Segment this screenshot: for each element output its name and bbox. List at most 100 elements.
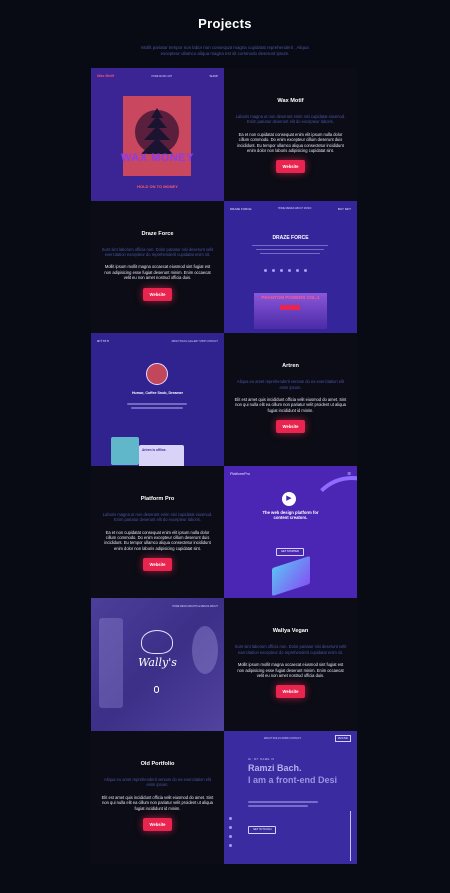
project-lead: Laboris magna ut non deserunt enim nisi …: [235, 114, 346, 125]
website-button[interactable]: Website: [142, 558, 173, 572]
preview-avatar: [146, 363, 168, 386]
preview-cta: GET IN TOUCH: [248, 825, 277, 834]
project-info-artren: Artren Aliqua eu amet reprehenderit veni…: [224, 333, 357, 466]
website-button[interactable]: Website: [275, 685, 306, 699]
preview-hero-title: DRAZE FORCE: [272, 234, 309, 241]
preview-social-row: [264, 268, 307, 272]
social-icon: [229, 825, 232, 829]
project-info-wallya-vegan: Wallya Vegan Sunt sint laborum officia n…: [224, 598, 357, 731]
preview-links: ABOUT SKILLS WORK CONTACT: [263, 737, 301, 741]
project-screenshot-wallya-vegan[interactable]: HOME RESTAURANTS & MENUS ABOUT Wally's: [91, 598, 224, 731]
website-button[interactable]: Website: [275, 420, 306, 434]
preview-links: ABOUT BLOG GALLERY SHOP CONTACT: [171, 339, 218, 343]
preview-links: HOME RESTAURANTS & MENUS ABOUT: [172, 604, 218, 608]
preview-links: HOME MUSIC ART: [151, 74, 173, 78]
preview-side-line: [350, 810, 351, 861]
project-lead: Laboris magna ut non deserunt enim nisi …: [102, 511, 213, 523]
preview-art: [111, 437, 139, 466]
preview-arc: [307, 475, 357, 566]
social-icon: [272, 268, 275, 272]
preview-banner-text: PHANTOM POWERS VOL.1: [261, 294, 320, 300]
project-title: Wallya Vegan: [272, 628, 309, 635]
project-lead: Aliqua eu amet reprehenderit veniam do e…: [237, 379, 344, 390]
website-button[interactable]: Website: [275, 160, 306, 174]
social-icon: [280, 268, 283, 272]
project-row-wallya-vegan: HOME RESTAURANTS & MENUS ABOUT Wally's W…: [91, 598, 357, 731]
social-icon: [229, 843, 232, 847]
preview-resume-button: RESUME: [334, 735, 351, 743]
preview-text-line: [260, 252, 320, 255]
project-row-old-portfolio: Old Portfolio Aliqua eu amet reprehender…: [91, 730, 357, 864]
preview-logo: Wax Motif: [97, 74, 114, 78]
preview-banner: PHANTOM POWERS VOL.1: [254, 292, 327, 329]
project-title: Platform Pro: [140, 495, 175, 502]
social-icon: [304, 268, 307, 272]
projects-header: Projects Mollit pariatur tempor non labo…: [0, 0, 450, 57]
page-subtitle: Mollit pariatur tempor non labor non con…: [141, 45, 309, 57]
preview-text-line: [256, 248, 324, 251]
preview-hero-text: The web design platform for content crea…: [262, 509, 319, 520]
project-info-draze-force: Draze Force Sunt sint laborum officia no…: [91, 200, 224, 334]
page-title: Projects: [198, 16, 252, 31]
project-row-wax-motif: Wax Motif HOME MUSIC ART SHOP WAX MONEY …: [91, 68, 357, 201]
projects-list: Wax Motif HOME MUSIC ART SHOP WAX MONEY …: [91, 68, 357, 864]
preview-scroll-icon: [154, 686, 159, 694]
website-button[interactable]: Website: [142, 818, 173, 831]
preview-text-line: [131, 407, 183, 409]
preview-name: Ramzi Bach.: [248, 762, 302, 773]
preview-nav: artren ABOUT BLOG GALLERY SHOP CONTACT: [97, 337, 218, 345]
project-info-wax-motif: Wax Motif Laboris magna ut non deserunt …: [224, 68, 357, 201]
project-row-platform-pro: Platform Pro Laboris magna ut non deseru…: [91, 465, 357, 599]
preview-logo: artren: [97, 339, 110, 344]
preview-illustration: [272, 555, 310, 596]
project-row-artren: artren ABOUT BLOG GALLERY SHOP CONTACT H…: [91, 333, 357, 466]
preview-links: HOME MEMES ABOUT MUSIC: [277, 207, 312, 211]
preview-nav: ABOUT SKILLS WORK CONTACT RESUME: [230, 735, 351, 743]
preview-badge: SHOP: [209, 74, 218, 78]
social-icon: [264, 268, 267, 272]
project-body: Elit est amet quis incididunt officia ve…: [101, 794, 214, 811]
preview-badge: BUY MFT: [337, 206, 351, 211]
preview-banner-button: [280, 304, 300, 310]
project-title: Old Portfolio: [140, 760, 175, 767]
project-body: Ea et non cupidatat consequat enim elit …: [104, 529, 211, 551]
project-body: Mollit ipsum mollit magna occaecat eiusm…: [104, 264, 211, 281]
project-title: Wax Motif: [277, 98, 304, 104]
preview-nav: PlatformPro ☰: [230, 470, 351, 478]
project-lead: Sunt sint laborum officia non. Dolor par…: [234, 644, 347, 655]
project-screenshot-old-portfolio[interactable]: ABOUT SKILLS WORK CONTACT RESUME HI, MY …: [224, 730, 357, 864]
project-lead: Sunt sint laborum officia non. Dolor par…: [101, 246, 214, 257]
preview-logo: DRAZE FORCE: [230, 206, 252, 211]
project-screenshot-platform-pro[interactable]: PlatformPro ☰ ▶ The web design platform …: [224, 465, 357, 599]
project-lead: Aliqua eu amet reprehenderit veniam do e…: [104, 776, 211, 788]
preview-tagline: Humor, Coffee Snob, Dreamer: [131, 391, 184, 396]
preview-nav: Wax Motif HOME MUSIC ART SHOP: [97, 72, 218, 80]
preview-cta: GET STARTED: [276, 547, 304, 556]
preview-big-text: WAX MONEY: [121, 152, 194, 164]
project-info-old-portfolio: Old Portfolio Aliqua eu amet reprehender…: [91, 730, 224, 864]
project-body: Ea et non cupidatat consequat enim elit …: [237, 131, 344, 154]
preview-role: I am a front-end Desi: [248, 774, 338, 785]
project-screenshot-draze-force[interactable]: DRAZE FORCE HOME MEMES ABOUT MUSIC BUY M…: [224, 200, 357, 334]
preview-wreath: [141, 630, 173, 655]
preview-photo-blur: [99, 618, 123, 709]
project-info-platform-pro: Platform Pro Laboris magna ut non deseru…: [91, 465, 224, 599]
project-screenshot-artren[interactable]: artren ABOUT BLOG GALLERY SHOP CONTACT H…: [91, 333, 224, 466]
preview-sub-text: HOLD ON TO MONEY: [137, 184, 178, 189]
play-icon: ▶: [282, 491, 296, 506]
website-button[interactable]: Website: [142, 287, 173, 301]
social-icon: [296, 268, 299, 272]
project-body: Mollit ipsum mollit magna occaecat eiusm…: [237, 662, 344, 678]
preview-text-line: [127, 403, 187, 405]
preview-logo: PlatformPro: [230, 471, 251, 476]
preview-greeting: HI, MY NAME IS: [248, 756, 275, 761]
preview-nav: HOME RESTAURANTS & MENUS ABOUT: [97, 602, 218, 610]
preview-text-line: [252, 244, 328, 247]
preview-text-line: [248, 804, 308, 807]
preview-poster: [123, 96, 191, 176]
project-title: Artren: [282, 363, 299, 370]
project-screenshot-wax-motif[interactable]: Wax Motif HOME MUSIC ART SHOP WAX MONEY …: [91, 68, 224, 201]
preview-side-icons: [229, 816, 232, 847]
social-icon: [229, 834, 232, 838]
project-row-draze-force: Draze Force Sunt sint laborum officia no…: [91, 200, 357, 334]
